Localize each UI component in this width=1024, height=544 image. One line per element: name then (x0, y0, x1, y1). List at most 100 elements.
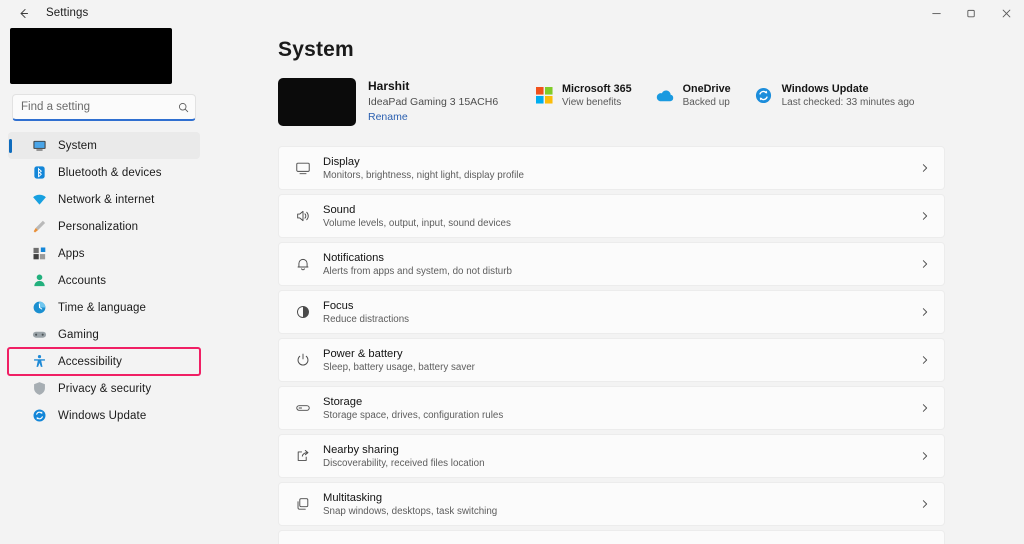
settings-row-text: Storage Storage space, drives, configura… (323, 395, 920, 422)
gamepad-icon (30, 326, 48, 344)
service-title: Microsoft 365 (562, 82, 632, 96)
settings-row-display[interactable]: Display Monitors, brightness, night ligh… (278, 146, 945, 190)
microsoft-365-icon (533, 84, 555, 106)
settings-row-subtitle: Snap windows, desktops, task switching (323, 505, 920, 518)
settings-row-subtitle: Storage space, drives, configuration rul… (323, 409, 920, 422)
settings-row-subtitle: Discoverability, received files location (323, 457, 920, 470)
settings-row-subtitle: Alerts from apps and system, do not dist… (323, 265, 920, 278)
settings-row-multitasking[interactable]: Multitasking Snap windows, desktops, tas… (278, 482, 945, 526)
sidebar-item-windows-update[interactable]: Windows Update (8, 402, 200, 429)
sidebar-item-label: Bluetooth & devices (58, 167, 162, 179)
settings-row-focus[interactable]: Focus Reduce distractions (278, 290, 945, 334)
maximize-button[interactable] (954, 0, 989, 26)
settings-row-subtitle: Monitors, brightness, night light, displ… (323, 169, 920, 182)
search-container (12, 94, 196, 121)
settings-row-text: Notifications Alerts from apps and syste… (323, 251, 920, 278)
settings-row-text: Sound Volume levels, output, input, soun… (323, 203, 920, 230)
power-icon (291, 348, 315, 372)
settings-row-power-battery[interactable]: Power & battery Sleep, battery usage, ba… (278, 338, 945, 382)
service-card-windows-update[interactable]: Windows Update Last checked: 33 minutes … (753, 82, 915, 110)
user-avatar[interactable] (10, 28, 172, 84)
settings-row-subtitle: Reduce distractions (323, 313, 920, 326)
service-title: OneDrive (683, 82, 731, 96)
sidebar: System Bluetooth & devices Network (0, 26, 208, 544)
settings-row-notifications[interactable]: Notifications Alerts from apps and syste… (278, 242, 945, 286)
settings-row-text: Display Monitors, brightness, night ligh… (323, 155, 920, 182)
storage-icon (291, 396, 315, 420)
settings-row-nearby-sharing[interactable]: Nearby sharing Discoverability, received… (278, 434, 945, 478)
sidebar-item-gaming[interactable]: Gaming (8, 321, 200, 348)
sidebar-item-label: Accounts (58, 275, 106, 287)
chevron-right-icon[interactable] (920, 211, 930, 221)
service-subtitle: View benefits (562, 96, 632, 110)
sidebar-nav: System Bluetooth & devices Network (8, 132, 200, 429)
chevron-right-icon[interactable] (920, 499, 930, 509)
settings-row-title: Multitasking (323, 491, 920, 505)
close-button[interactable] (989, 0, 1024, 26)
title-bar: Settings (0, 0, 1024, 26)
settings-row-partial-next[interactable] (278, 530, 945, 544)
settings-row-subtitle: Sleep, battery usage, battery saver (323, 361, 920, 374)
settings-row-storage[interactable]: Storage Storage space, drives, configura… (278, 386, 945, 430)
window-title: Settings (46, 7, 88, 19)
settings-row-title: Power & battery (323, 347, 920, 361)
minimize-button[interactable] (919, 0, 954, 26)
device-info: Harshit IdeaPad Gaming 3 15ACH6 Rename (368, 79, 498, 124)
settings-row-sound[interactable]: Sound Volume levels, output, input, soun… (278, 194, 945, 238)
shield-icon (30, 380, 48, 398)
apps-icon (30, 245, 48, 263)
chevron-right-icon[interactable] (920, 163, 930, 173)
settings-row-title: Notifications (323, 251, 920, 265)
chevron-right-icon[interactable] (920, 403, 930, 413)
settings-row-title: Sound (323, 203, 920, 217)
sidebar-item-privacy-security[interactable]: Privacy & security (8, 375, 200, 402)
sidebar-item-time-language[interactable]: Time & language (8, 294, 200, 321)
sidebar-item-label: Apps (58, 248, 85, 260)
focus-icon (291, 300, 315, 324)
sidebar-item-label: Windows Update (58, 410, 146, 422)
sidebar-item-label: Time & language (58, 302, 146, 314)
search-box[interactable] (12, 94, 196, 121)
sidebar-item-system[interactable]: System (8, 132, 200, 159)
monitor-icon (30, 137, 48, 155)
settings-row-text: Power & battery Sleep, battery usage, ba… (323, 347, 920, 374)
sidebar-item-accounts[interactable]: Accounts (8, 267, 200, 294)
main-content: System Harshit IdeaPad Gaming 3 15ACH6 R… (208, 26, 1024, 544)
wifi-icon (30, 191, 48, 209)
back-arrow-icon[interactable] (8, 2, 38, 24)
device-model: IdeaPad Gaming 3 15ACH6 (368, 95, 498, 110)
page-title: System (278, 38, 354, 62)
sidebar-item-label: Accessibility (58, 356, 122, 368)
service-card-microsoft-365[interactable]: Microsoft 365 View benefits (533, 82, 632, 110)
sidebar-item-bluetooth-devices[interactable]: Bluetooth & devices (8, 159, 200, 186)
sidebar-item-label: Privacy & security (58, 383, 151, 395)
monitor-icon (291, 156, 315, 180)
search-icon[interactable] (178, 102, 189, 113)
search-input[interactable] (21, 101, 178, 113)
device-user-name: Harshit (368, 79, 498, 94)
service-subtitle: Backed up (683, 96, 731, 110)
sidebar-item-personalization[interactable]: Personalization (8, 213, 200, 240)
sidebar-item-label: Network & internet (58, 194, 154, 206)
settings-row-title: Nearby sharing (323, 443, 920, 457)
chevron-right-icon[interactable] (920, 355, 930, 365)
service-cards: Microsoft 365 View benefits OneDrive Bac… (533, 82, 937, 110)
sidebar-item-network-internet[interactable]: Network & internet (8, 186, 200, 213)
chevron-right-icon[interactable] (920, 259, 930, 269)
bluetooth-icon (30, 164, 48, 182)
window-controls (919, 0, 1024, 26)
share-icon (291, 444, 315, 468)
update-icon (30, 407, 48, 425)
rename-link[interactable]: Rename (368, 110, 498, 124)
chevron-right-icon[interactable] (920, 451, 930, 461)
settings-row-title: Display (323, 155, 920, 169)
settings-row-text: Nearby sharing Discoverability, received… (323, 443, 920, 470)
sidebar-item-apps[interactable]: Apps (8, 240, 200, 267)
sidebar-item-accessibility[interactable]: Accessibility (8, 348, 200, 375)
settings-row-text: Focus Reduce distractions (323, 299, 920, 326)
settings-list: Display Monitors, brightness, night ligh… (278, 146, 945, 544)
settings-row-subtitle: Volume levels, output, input, sound devi… (323, 217, 920, 230)
settings-window: Settings (0, 0, 1024, 544)
chevron-right-icon[interactable] (920, 307, 930, 317)
service-card-onedrive[interactable]: OneDrive Backed up (654, 82, 731, 110)
